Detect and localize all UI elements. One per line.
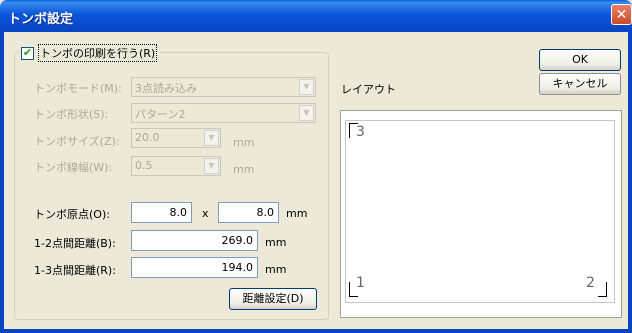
mark-width-label: トンボ線幅(W): xyxy=(34,161,113,174)
distance-settings-button[interactable]: 距離設定(D) xyxy=(229,288,317,310)
origin-y-input[interactable]: 8.0 xyxy=(218,202,279,223)
mark-width-value: 0.5 xyxy=(135,159,153,172)
origin-unit: mm xyxy=(286,207,308,220)
chevron-down-icon: ▼ xyxy=(299,79,314,95)
layout-point-1: 1 xyxy=(356,275,365,291)
mark-shape-select: パターン2 ▼ xyxy=(131,103,316,123)
mark-shape-value: パターン2 xyxy=(135,108,186,121)
distance-12-label: 1-2点間距離(B): xyxy=(34,237,116,250)
layout-point-2: 2 xyxy=(586,275,595,291)
origin-separator: x xyxy=(202,207,209,220)
chevron-down-icon: ▼ xyxy=(299,105,314,121)
distance-13-unit: mm xyxy=(265,263,287,276)
print-marks-checkbox[interactable]: ✔ xyxy=(21,46,34,60)
mark-origin-label: トンボ原点(O): xyxy=(34,208,110,221)
window-frame-bottom xyxy=(0,329,632,333)
crop-mark-2-icon xyxy=(598,282,607,297)
layout-page-outline xyxy=(345,120,615,303)
layout-label: レイアウト xyxy=(341,83,396,96)
mark-shape-label: トンボ形状(S): xyxy=(34,108,109,121)
mark-width-unit: mm xyxy=(233,163,255,176)
window-frame-right xyxy=(628,32,632,333)
origin-x-input[interactable]: 8.0 xyxy=(131,202,192,223)
cancel-button[interactable]: キャンセル xyxy=(539,73,621,95)
mark-size-label: トンボサイズ(Z): xyxy=(34,135,120,148)
window-title: トンボ設定 xyxy=(8,12,74,27)
layout-point-3: 3 xyxy=(356,124,365,140)
mark-size-unit: mm xyxy=(233,136,255,149)
mark-size-select: 20.0 ▼ xyxy=(131,128,221,148)
distance-12-input[interactable]: 269.0 xyxy=(131,230,258,251)
print-marks-checkbox-row[interactable]: ✔ トンボの印刷を行う(R) xyxy=(18,44,161,62)
chevron-down-icon: ▼ xyxy=(204,130,219,146)
window-frame-left xyxy=(0,32,4,333)
mark-mode-value: 3点読み込み xyxy=(135,82,197,95)
mark-size-value: 20.0 xyxy=(135,131,160,144)
mark-width-select: 0.5 ▼ xyxy=(131,156,221,176)
distance-13-label: 1-3点間距離(R): xyxy=(34,264,116,277)
title-bar: トンボ設定 ✕ xyxy=(0,0,632,32)
close-button[interactable]: ✕ xyxy=(611,4,632,25)
chevron-down-icon: ▼ xyxy=(204,158,219,174)
mark-mode-label: トンボモード(M): xyxy=(34,82,122,95)
distance-13-input[interactable]: 194.0 xyxy=(131,257,258,278)
mark-mode-select: 3点読み込み ▼ xyxy=(131,77,316,97)
print-marks-label[interactable]: トンボの印刷を行う(R) xyxy=(38,44,158,62)
distance-12-unit: mm xyxy=(265,236,287,249)
ok-button[interactable]: OK xyxy=(539,49,621,71)
